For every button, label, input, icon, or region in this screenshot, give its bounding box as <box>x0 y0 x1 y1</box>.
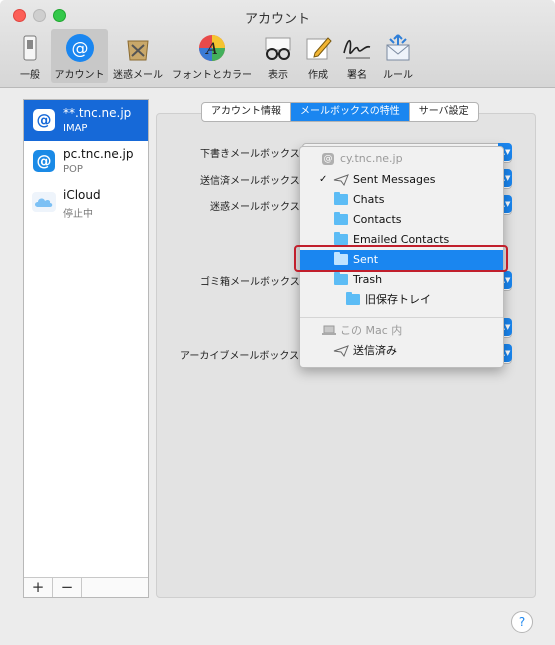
window-title: アカウント <box>244 12 310 27</box>
checkmark-icon: ✓ <box>319 174 328 185</box>
toolbar-fonts-colors[interactable]: A フォントとカラー <box>170 29 254 83</box>
sidebar-footer: + − <box>24 577 148 597</box>
toolbar-viewing[interactable]: 表示 <box>258 29 298 83</box>
laptop-icon <box>322 325 336 335</box>
menu-item-contacts[interactable]: Contacts <box>300 210 503 230</box>
menu-header-account: @ cy.tnc.ne.jp <box>322 152 403 165</box>
toolbar-label: ルール <box>383 70 413 81</box>
menu-separator <box>300 317 503 318</box>
cloud-icon <box>32 192 56 212</box>
menu-item-sent-messages[interactable]: ✓ Sent Messages <box>300 170 503 190</box>
toolbar-label: アカウント <box>54 70 105 81</box>
remove-account-button[interactable]: − <box>53 578 82 597</box>
toolbar-label: 表示 <box>268 70 288 81</box>
account-name: pc.tnc.ne.jp <box>63 147 134 161</box>
help-button[interactable]: ? <box>511 611 533 633</box>
color-wheel-icon: A <box>199 35 225 61</box>
toolbar-signatures[interactable]: 署名 <box>338 29 376 83</box>
mail-preferences-window: アカウント 一般 @ アカウント 迷惑メール A フォントとカラー 表示 作成 … <box>0 0 555 645</box>
tab-bar: アカウント情報 メールボックスの特性 サーバ設定 <box>201 102 479 122</box>
highlight-annotation <box>294 245 508 272</box>
toolbar-accounts[interactable]: @ アカウント <box>51 29 108 83</box>
menu-item-old-saved-tray[interactable]: 旧保存トレイ <box>300 290 503 310</box>
paper-plane-icon <box>333 174 349 186</box>
svg-text:@: @ <box>71 39 88 59</box>
archive-mailbox-label: アーカイブメールボックス: <box>180 351 303 362</box>
menu-item-chats[interactable]: Chats <box>300 190 503 210</box>
folder-icon <box>334 272 348 285</box>
junk-bin-icon <box>127 40 149 61</box>
folder-icon <box>346 292 360 305</box>
toolbar-general[interactable]: 一般 <box>12 29 48 83</box>
toolbar-junk[interactable]: 迷惑メール <box>110 29 166 83</box>
toolbar-label: 署名 <box>347 70 367 81</box>
account-item[interactable]: iCloud 停止中 <box>24 182 148 223</box>
folder-icon <box>334 192 348 205</box>
folder-icon <box>334 212 348 225</box>
account-name: iCloud <box>63 188 101 202</box>
menu-item-trash[interactable]: Trash <box>300 270 503 290</box>
toolbar-composing[interactable]: 作成 <box>300 29 336 83</box>
sent-mailbox-label: 送信済メールボックス: <box>200 176 304 187</box>
paper-plane-icon <box>333 345 349 357</box>
compose-pencil-icon <box>306 37 332 60</box>
toolbar-label: 迷惑メール <box>113 70 163 81</box>
tab-account-info[interactable]: アカウント情報 <box>202 103 291 121</box>
account-type: IMAP <box>63 123 88 134</box>
toolbar-rules[interactable]: ルール <box>378 29 418 83</box>
at-icon: @ <box>33 109 55 131</box>
account-type: 停止中 <box>63 209 93 220</box>
glasses-icon <box>265 37 291 60</box>
drafts-mailbox-label: 下書きメールボックス: <box>200 149 304 160</box>
rules-envelope-icon <box>386 34 410 61</box>
menu-header-on-my-mac: この Mac 内 <box>300 321 503 341</box>
signature-icon <box>343 39 371 59</box>
account-name: **.tnc.ne.jp <box>63 106 132 120</box>
menu-item-local-sent[interactable]: 送信済み <box>300 341 503 361</box>
account-type: POP <box>63 164 83 175</box>
svg-text:A: A <box>204 39 218 58</box>
toolbar-label: 一般 <box>20 70 40 81</box>
at-icon: @ <box>65 34 94 62</box>
add-account-button[interactable]: + <box>24 578 53 597</box>
junk-mailbox-label: 迷惑メールボックス: <box>210 202 304 213</box>
at-icon: @ <box>322 153 334 165</box>
folder-icon <box>334 232 348 245</box>
account-item[interactable]: @ pc.tnc.ne.jp POP <box>24 141 148 182</box>
account-item[interactable]: @ **.tnc.ne.jp IMAP <box>24 100 148 141</box>
toolbar: アカウント 一般 @ アカウント 迷惑メール A フォントとカラー 表示 作成 … <box>0 0 555 88</box>
tab-mailbox-behaviors[interactable]: メールボックスの特性 <box>291 103 410 121</box>
toolbar-label: 作成 <box>308 70 328 81</box>
toolbar-label: フォントとカラー <box>172 70 252 81</box>
switch-icon <box>23 35 37 61</box>
accounts-list: @ **.tnc.ne.jp IMAP @ pc.tnc.ne.jp POP i… <box>23 99 149 598</box>
tab-server-settings[interactable]: サーバ設定 <box>410 103 478 121</box>
trash-mailbox-label: ゴミ箱メールボックス: <box>200 277 304 288</box>
at-icon: @ <box>33 150 55 172</box>
